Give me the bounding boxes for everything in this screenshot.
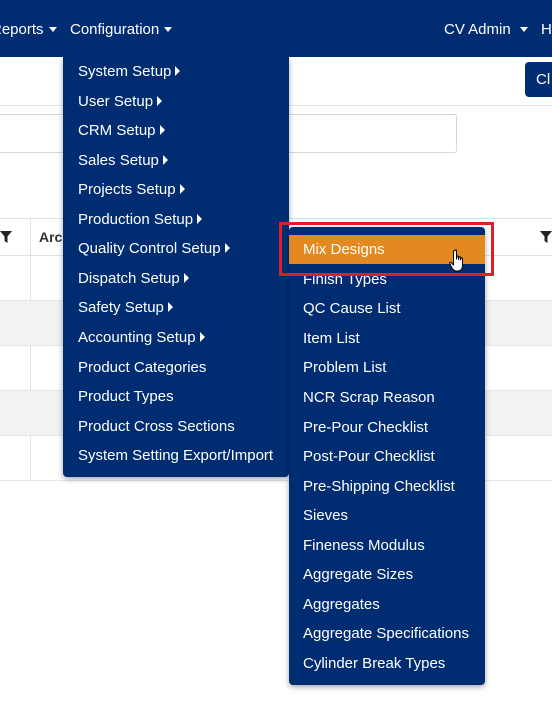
submenu-item-aggregate-sizes[interactable]: Aggregate Sizes — [289, 560, 413, 589]
menu-item-safety-setup[interactable]: Safety Setup — [63, 293, 173, 322]
submenu-item-fineness-modulus[interactable]: Fineness Modulus — [289, 531, 425, 560]
menu-item-production-setup[interactable]: Production Setup — [63, 205, 203, 234]
caret-right-icon — [197, 214, 203, 224]
submenu-item-label: Sieves — [303, 507, 349, 524]
menu-item-label: Dispatch Setup — [78, 270, 180, 287]
submenu-item-pre-shipping-checklist[interactable]: Pre-Shipping Checklist — [289, 472, 455, 501]
caret-right-icon — [199, 332, 205, 342]
menu-item-label: Product Cross Sections — [78, 418, 235, 435]
submenu-item-label: Cylinder Break Types — [303, 655, 446, 672]
menu-item-label: User Setup — [78, 93, 154, 110]
column-header-label[interactable]: Arc — [39, 229, 62, 245]
submenu-item-post-pour-checklist[interactable]: Post-Pour Checklist — [289, 442, 435, 471]
nav-user-label: CV Admin — [444, 21, 511, 38]
menu-item-system-setting-export-import[interactable]: System Setting Export/Import — [63, 441, 273, 470]
caret-right-icon — [167, 302, 173, 312]
caret-right-icon — [157, 96, 163, 106]
menu-item-product-types[interactable]: Product Types — [63, 382, 174, 411]
nav-reports[interactable]: Reports — [0, 0, 57, 57]
top-navbar: Reports Configuration CV Admin H — [0, 0, 552, 57]
menu-item-dispatch-setup[interactable]: Dispatch Setup — [63, 264, 189, 293]
close-button[interactable]: Cl — [525, 62, 552, 97]
nav-reports-label: Reports — [0, 21, 44, 38]
nav-help[interactable]: H — [541, 0, 552, 57]
caret-right-icon — [175, 66, 181, 76]
menu-item-label: System Setting Export/Import — [78, 447, 274, 464]
submenu-item-pre-pour-checklist[interactable]: Pre-Pour Checklist — [289, 413, 428, 442]
filter-icon[interactable] — [540, 231, 552, 243]
menu-item-projects-setup[interactable]: Projects Setup — [63, 175, 185, 204]
submenu-item-label: Aggregate Specifications — [303, 625, 469, 642]
menu-item-label: Projects Setup — [78, 181, 176, 198]
menu-item-label: Accounting Setup — [78, 329, 196, 346]
submenu-item-qc-cause-list[interactable]: QC Cause List — [289, 294, 401, 323]
caret-right-icon — [179, 184, 185, 194]
nav-configuration-label: Configuration — [70, 21, 160, 38]
submenu-item-cylinder-break-types[interactable]: Cylinder Break Types — [289, 649, 445, 678]
submenu-item-sieves[interactable]: Sieves — [289, 501, 348, 530]
menu-item-sales-setup[interactable]: Sales Setup — [63, 146, 168, 175]
menu-item-user-setup[interactable]: User Setup — [63, 87, 163, 116]
submenu-item-problem-list[interactable]: Problem List — [289, 353, 386, 382]
menu-item-product-categories[interactable]: Product Categories — [63, 353, 206, 382]
menu-item-product-cross-sections[interactable]: Product Cross Sections — [63, 412, 235, 441]
menu-item-crm-setup[interactable]: CRM Setup — [63, 116, 165, 145]
caret-right-icon — [183, 273, 189, 283]
menu-item-label: System Setup — [78, 63, 172, 80]
submenu-item-aggregates[interactable]: Aggregates — [289, 590, 380, 619]
hand-pointer-icon — [449, 249, 463, 272]
nav-user-menu[interactable]: CV Admin — [444, 0, 528, 57]
configuration-menu: System Setup User Setup CRM Setup Sales … — [63, 57, 289, 477]
submenu-item-item-list[interactable]: Item List — [289, 324, 360, 353]
caret-down-icon — [48, 27, 57, 32]
submenu-item-label: Fineness Modulus — [303, 537, 425, 554]
submenu-item-label: Pre-Pour Checklist — [303, 419, 429, 436]
caret-down-icon — [519, 27, 528, 32]
filter-icon[interactable] — [0, 231, 12, 243]
close-button-label: Cl — [536, 71, 551, 88]
nav-help-label: H — [541, 21, 552, 38]
menu-item-label: Quality Control Setup — [78, 240, 221, 257]
submenu-item-label: Pre-Shipping Checklist — [303, 478, 455, 495]
menu-item-label: Product Types — [78, 388, 174, 405]
menu-item-label: Safety Setup — [78, 299, 164, 316]
menu-item-label: CRM Setup — [78, 122, 156, 139]
menu-item-label: Production Setup — [78, 211, 194, 228]
submenu-item-label: Post-Pour Checklist — [303, 448, 435, 465]
caret-right-icon — [159, 125, 165, 135]
menu-item-accounting-setup[interactable]: Accounting Setup — [63, 323, 205, 352]
submenu-item-ncr-scrap-reason[interactable]: NCR Scrap Reason — [289, 383, 435, 412]
submenu-item-label: Problem List — [303, 359, 387, 376]
submenu-item-label: Aggregate Sizes — [303, 566, 414, 583]
submenu-item-label: NCR Scrap Reason — [303, 389, 435, 406]
submenu-item-label: Item List — [303, 330, 360, 347]
submenu-item-label: Aggregates — [303, 596, 380, 613]
menu-item-label: Product Categories — [78, 359, 207, 376]
caret-down-icon — [164, 27, 173, 32]
caret-right-icon — [162, 155, 168, 165]
quality-control-submenu: Mix Designs Finish Types QC Cause List I… — [289, 227, 485, 685]
menu-item-quality-control-setup[interactable]: Quality Control Setup — [63, 234, 230, 263]
menu-item-label: Sales Setup — [78, 152, 159, 169]
submenu-item-aggregate-specifications[interactable]: Aggregate Specifications — [289, 619, 469, 648]
submenu-item-label: QC Cause List — [303, 300, 401, 317]
nav-configuration[interactable]: Configuration — [70, 0, 173, 57]
menu-item-system-setup[interactable]: System Setup — [63, 57, 181, 86]
caret-right-icon — [224, 243, 230, 253]
